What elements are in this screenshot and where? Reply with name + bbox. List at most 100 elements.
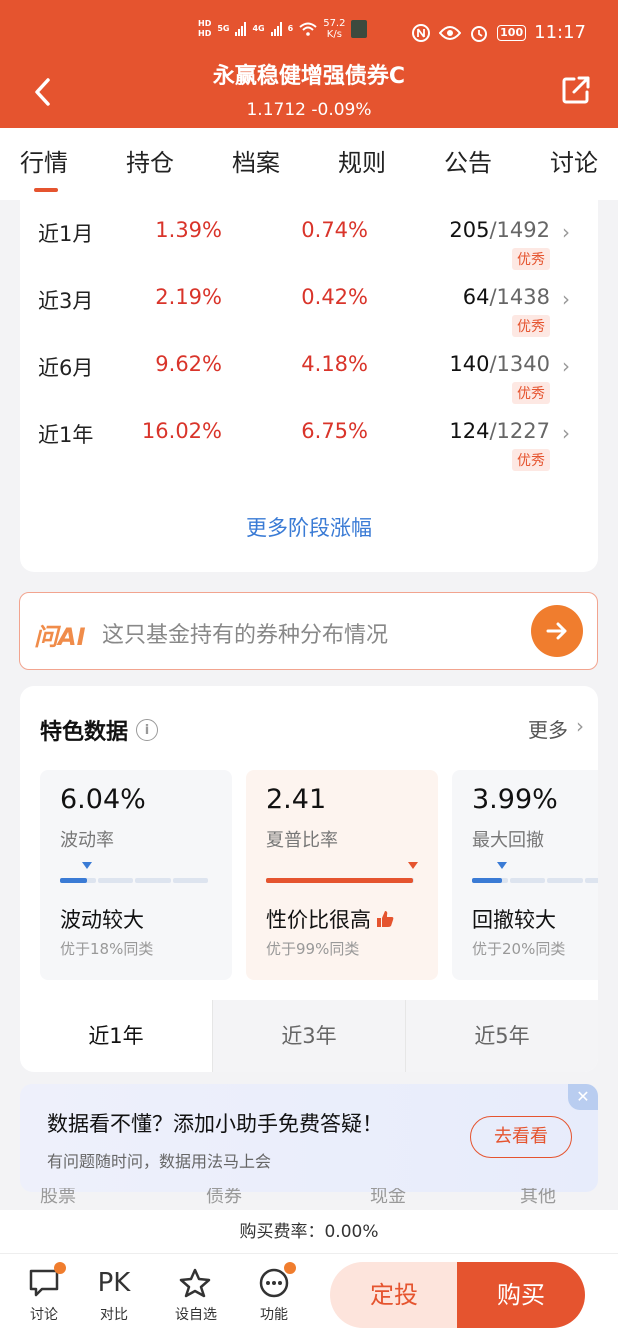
ask-ai-submit-button[interactable] [531, 605, 583, 657]
level-bar [472, 878, 598, 883]
chevron-right-icon: › [562, 421, 570, 445]
functions-button[interactable]: 功能 [244, 1262, 304, 1324]
level-marker [497, 862, 507, 869]
period-tabs: 近1年 近3年 近5年 [20, 1000, 598, 1072]
level-marker [408, 862, 418, 869]
asset-class-label: 债券 [206, 1188, 242, 1207]
metric-value: 3.99% [472, 784, 558, 815]
period-label: 近1年 [38, 423, 94, 447]
signal-icon [270, 22, 282, 36]
network-speed: 57.2 K/s [323, 18, 346, 40]
level-marker [82, 862, 92, 869]
rank-badge: 优秀 [512, 248, 550, 270]
metric-card-max-drawdown[interactable]: 3.99% 最大回撤 回撤较大 优于20%同类 [452, 770, 598, 980]
performance-row[interactable]: 近6月 9.62% 4.18% 140/1340 › 优秀 [20, 352, 598, 412]
more-periods-link[interactable]: 更多阶段涨幅 [20, 512, 598, 542]
level-bar [60, 878, 208, 883]
performance-row[interactable]: 近3月 2.19% 0.42% 64/1438 › 优秀 [20, 285, 598, 345]
period-tab-3y[interactable]: 近3年 [212, 1000, 405, 1072]
asset-allocation-peek: 股票 债券 现金 其他 [20, 1188, 598, 1210]
promo-title: 数据看不懂？添加小助手免费答疑！ [47, 1112, 383, 1136]
nfc-icon [412, 23, 431, 42]
fund-return: 2.19% [155, 285, 222, 309]
chevron-right-icon: › [562, 287, 570, 311]
arrow-right-icon [546, 622, 567, 640]
purchase-fee: 购买费率：0.00% [0, 1210, 618, 1254]
thumbs-up-icon [377, 911, 394, 927]
metric-note: 优于20%同类 [472, 940, 566, 958]
tab-market[interactable]: 行情 [20, 128, 68, 200]
metric-note: 优于18%同类 [60, 940, 154, 958]
clock: 11:17 [534, 22, 586, 43]
featured-data-card: 特色数据 i 更多 › 6.04% 波动率 波动较大 优于18%同类 2.41 … [20, 686, 598, 1072]
info-icon[interactable]: i [136, 719, 159, 741]
bottom-action-bar: 讨论 PK 对比 设自选 功能 定投 购买 [0, 1254, 618, 1338]
performance-row[interactable]: 近1月 1.39% 0.74% 205/1492 › 优秀 [20, 218, 598, 278]
featured-data-title: 特色数据 i [40, 714, 159, 746]
metric-name: 最大回撤 [472, 830, 544, 851]
chevron-right-icon: › [576, 714, 584, 738]
peer-rank: 124/1227 [449, 419, 550, 443]
tab-profile[interactable]: 档案 [232, 128, 280, 200]
period-tab-5y[interactable]: 近5年 [405, 1000, 598, 1072]
chevron-right-icon: › [562, 220, 570, 244]
star-add-icon [179, 1268, 211, 1298]
share-button[interactable] [560, 74, 592, 106]
benchmark-return: 0.74% [301, 218, 368, 242]
assistant-promo-banner[interactable]: 数据看不懂？添加小助手免费答疑！ 有问题随时问，数据用法马上会 去看看 ✕ [20, 1084, 598, 1192]
wifi-icon [299, 22, 317, 36]
rank-badge: 优秀 [512, 382, 550, 404]
asset-class-label: 现金 [370, 1188, 406, 1207]
peer-rank: 64/1438 [462, 285, 550, 309]
rank-badge: 优秀 [512, 315, 550, 337]
benchmark-return: 0.42% [301, 285, 368, 309]
ask-ai-prompt: 这只基金持有的券种分布情况 [102, 623, 389, 648]
fund-nav-change: 1.1712 -0.09% [246, 100, 372, 120]
alarm-icon [471, 25, 488, 42]
metric-card-volatility[interactable]: 6.04% 波动率 波动较大 优于18%同类 [40, 770, 232, 980]
performance-row[interactable]: 近1年 16.02% 6.75% 124/1227 › 优秀 [20, 419, 598, 479]
discuss-button[interactable]: 讨论 [14, 1262, 74, 1324]
metric-verdict: 波动较大 [60, 908, 144, 932]
metric-value: 6.04% [60, 784, 146, 815]
pk-icon: PK [97, 1268, 131, 1298]
fund-return: 16.02% [141, 419, 222, 443]
battery-indicator: 100 [497, 24, 527, 41]
peer-rank: 205/1492 [449, 218, 550, 242]
peer-rank: 140/1340 [449, 352, 550, 376]
benchmark-return: 4.18% [301, 352, 368, 376]
sip-button[interactable]: 定投 [330, 1262, 458, 1328]
add-watchlist-button[interactable]: 设自选 [166, 1266, 226, 1324]
metric-name: 波动率 [60, 830, 114, 851]
fund-return: 9.62% [155, 352, 222, 376]
period-label: 近3月 [38, 289, 94, 313]
period-label: 近6月 [38, 356, 94, 380]
buy-button[interactable]: 购买 [457, 1262, 585, 1328]
status-bar: HD HD 5G 4G 6 57.2 K/s 100 11:17 [0, 18, 618, 52]
wifi-label: 6 [287, 24, 294, 33]
notification-dot [284, 1262, 296, 1274]
hd-indicator: HD HD [198, 19, 212, 38]
tab-discussion[interactable]: 讨论 [550, 128, 598, 200]
tab-holdings[interactable]: 持仓 [126, 128, 174, 200]
metric-verdict: 性价比很高 [266, 904, 395, 934]
chevron-right-icon: › [562, 354, 570, 378]
network-4g-label: 4G [252, 24, 265, 33]
close-icon[interactable]: ✕ [568, 1084, 598, 1110]
asset-class-label: 其他 [520, 1188, 556, 1207]
period-tab-1y[interactable]: 近1年 [20, 1000, 212, 1072]
ask-ai-bar[interactable]: 问AI 这只基金持有的券种分布情况 [19, 592, 598, 670]
signal-icon [235, 22, 247, 36]
featured-more-link[interactable]: 更多 [528, 714, 568, 743]
ask-ai-logo: 问AI [34, 623, 86, 651]
fund-return: 1.39% [155, 218, 222, 242]
tab-rules[interactable]: 规则 [338, 128, 386, 200]
promo-go-button[interactable]: 去看看 [470, 1116, 572, 1158]
metric-note: 优于99%同类 [266, 940, 360, 958]
metric-card-sharpe[interactable]: 2.41 夏普比率 性价比很高 优于99%同类 [246, 770, 438, 980]
performance-card: 近1月 1.39% 0.74% 205/1492 › 优秀 近3月 2.19% … [20, 196, 598, 572]
tab-announcements[interactable]: 公告 [444, 128, 492, 200]
notification-avatar-icon [351, 20, 368, 38]
compare-button[interactable]: PK 对比 [84, 1266, 144, 1324]
eye-icon [439, 25, 462, 40]
